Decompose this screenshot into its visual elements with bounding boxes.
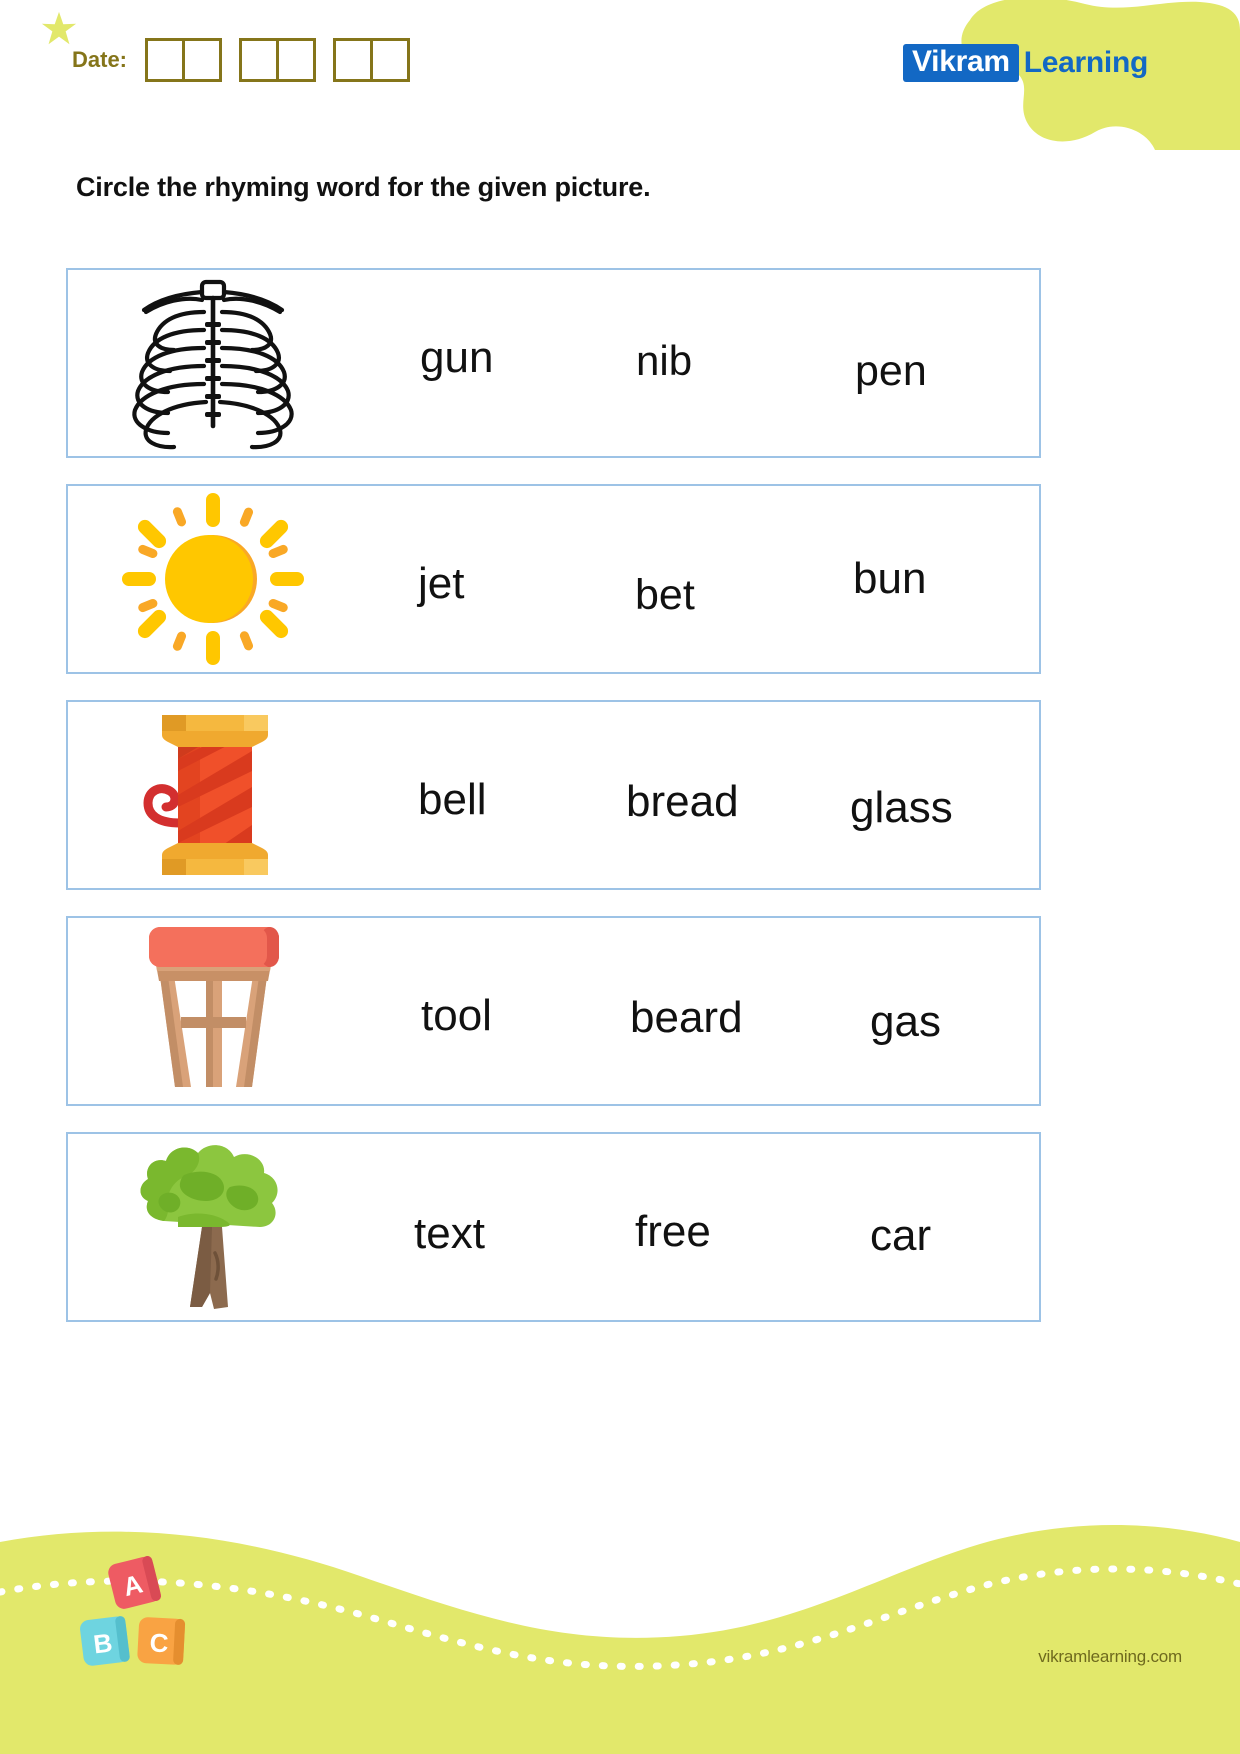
date-group-month: [239, 38, 317, 82]
date-cell[interactable]: [370, 38, 411, 82]
word-option[interactable]: glass: [850, 786, 953, 830]
date-group-year: [333, 38, 411, 82]
picture-cell: [68, 484, 358, 674]
tree-icon: [140, 1144, 278, 1309]
word-options: tool beard gas: [358, 916, 1039, 1106]
question-rows: gun nib pen jet bet bun bell bread glass…: [66, 268, 1041, 1348]
sun-icon: [122, 493, 304, 665]
logo-mark-vikram: Vikram: [903, 44, 1019, 82]
word-option[interactable]: jet: [418, 562, 464, 606]
word-options: gun nib pen: [358, 268, 1039, 458]
picture-cell: [68, 1132, 358, 1322]
date-label: Date:: [72, 47, 128, 72]
question-row: jet bet bun: [66, 484, 1041, 674]
word-option[interactable]: nib: [636, 340, 692, 382]
date-cell[interactable]: [333, 38, 374, 82]
question-row: text free car: [66, 1132, 1041, 1322]
question-row: tool beard gas: [66, 916, 1041, 1106]
word-options: text free car: [358, 1132, 1039, 1322]
question-row: gun nib pen: [66, 268, 1041, 458]
picture-cell: [68, 700, 358, 890]
question-row: bell bread glass: [66, 700, 1041, 890]
stool-icon: [148, 927, 279, 1087]
block-letter-c: C: [149, 1627, 170, 1658]
word-option[interactable]: pen: [855, 350, 927, 393]
date-cell[interactable]: [276, 38, 317, 82]
word-options: jet bet bun: [358, 484, 1039, 674]
word-option[interactable]: bell: [418, 778, 487, 822]
word-option[interactable]: car: [870, 1214, 931, 1258]
logo-word-learning: Learning: [1023, 46, 1149, 79]
picture-cell: [68, 268, 358, 458]
date-group-day: [145, 38, 223, 82]
word-option[interactable]: tool: [421, 994, 492, 1038]
date-cell[interactable]: [182, 38, 223, 82]
word-option[interactable]: free: [635, 1210, 711, 1254]
date-box-groups: [145, 38, 427, 82]
word-option[interactable]: bread: [626, 780, 739, 824]
word-option[interactable]: bet: [635, 574, 695, 617]
word-option[interactable]: text: [414, 1212, 485, 1256]
ribcage-icon: [132, 279, 294, 449]
brand-logo: Vikram Learning: [903, 44, 1148, 82]
word-option[interactable]: bun: [853, 557, 926, 601]
block-letter-b: B: [92, 1627, 114, 1659]
worksheet-instruction: Circle the rhyming word for the given pi…: [76, 172, 651, 202]
thread-spool-icon: [143, 714, 268, 875]
date-cell[interactable]: [145, 38, 186, 82]
worksheet-page: Vikram Learning Date: Circle the rhyming…: [0, 0, 1240, 1754]
abc-blocks-decoration: A B C: [80, 1556, 186, 1666]
word-options: bell bread glass: [358, 700, 1039, 890]
site-url: vikramlearning.com: [1038, 1647, 1182, 1666]
date-cell[interactable]: [239, 38, 280, 82]
word-option[interactable]: gun: [420, 336, 493, 380]
picture-cell: [68, 916, 358, 1106]
word-option[interactable]: beard: [630, 996, 743, 1040]
word-option[interactable]: gas: [870, 1000, 941, 1044]
date-field: Date:: [72, 38, 427, 82]
